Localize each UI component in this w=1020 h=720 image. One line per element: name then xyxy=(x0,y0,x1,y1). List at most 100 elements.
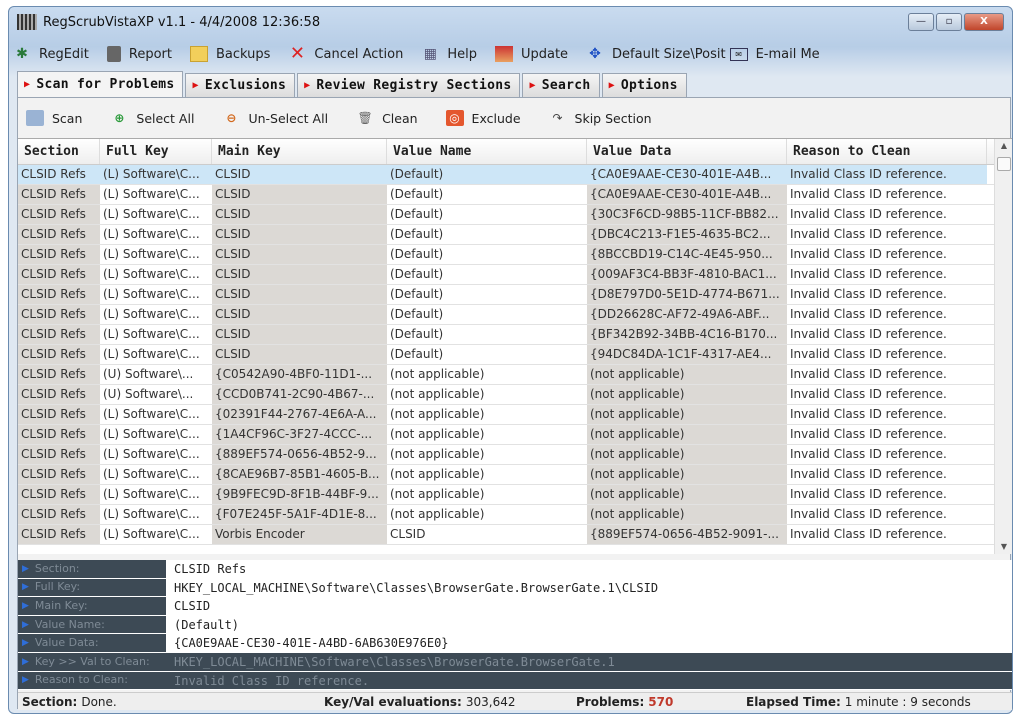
cell-full-key: (L) Software\C... xyxy=(103,527,200,541)
cell-value-data: {94DC84DA-1C1F-4317-AE4... xyxy=(587,345,787,364)
tab-options[interactable]: ▶ Options xyxy=(601,73,687,97)
column-header-full-key[interactable]: Full Key xyxy=(100,139,212,164)
cell-section: CLSID Refs xyxy=(18,245,100,264)
arrow-right-icon: ▶ xyxy=(304,80,311,91)
cell-reason: Invalid Class ID reference. xyxy=(790,407,947,421)
vertical-scrollbar[interactable]: ▲ ▼ xyxy=(994,139,1012,554)
evaluations-value: 303,642 xyxy=(465,694,516,709)
table-row[interactable]: CLSID Refs (L) Software\C... CLSID (Default… xyxy=(18,165,1012,185)
cell-full-key: (L) Software\C... xyxy=(103,487,200,501)
cell-reason: Invalid Class ID reference. xyxy=(790,327,947,341)
table-row[interactable]: CLSID Refs (U) Software\... {C0542A90-4BF0… xyxy=(18,365,1012,385)
arrow-right-icon: ▶ xyxy=(24,79,31,90)
maximize-button[interactable]: ▫ xyxy=(936,13,962,31)
help-icon: ▦ xyxy=(423,46,437,62)
skip-icon: ↷ xyxy=(552,111,563,125)
close-button[interactable]: X xyxy=(964,13,1004,31)
cell-main-key: {1A4CF96C-3F27-4CCC-... xyxy=(212,425,387,444)
table-row[interactable]: CLSID Refs (L) Software\C... CLSID (Default… xyxy=(18,225,1012,245)
table-body: CLSID Refs (L) Software\C... CLSID (Default… xyxy=(18,165,1012,545)
table-row[interactable]: CLSID Refs (L) Software\C... {1A4CF96C-3F2… xyxy=(18,425,1012,445)
detail-value: (Default) xyxy=(166,615,1012,634)
skip-section-button[interactable]: ↷ Skip Section xyxy=(549,110,651,126)
cell-section: CLSID Refs xyxy=(18,165,100,184)
cell-value-name: (not applicable) xyxy=(390,367,485,381)
scroll-up-icon[interactable]: ▲ xyxy=(995,141,1012,150)
scroll-down-icon[interactable]: ▼ xyxy=(995,542,1012,551)
arrow-right-icon: ▶ xyxy=(529,80,536,91)
column-header-main-key[interactable]: Main Key xyxy=(212,139,387,164)
evaluations-label: Key/Val evaluations: xyxy=(324,694,462,709)
select-all-button[interactable]: ⊕ Select All xyxy=(110,110,194,126)
table-row[interactable]: CLSID Refs (L) Software\C... CLSID (Default… xyxy=(18,245,1012,265)
default-size-button[interactable]: ✥ Default Size\Posit xyxy=(586,46,725,62)
unselect-all-button[interactable]: ⊖ Un-Select All xyxy=(222,110,328,126)
email-me-button[interactable]: ✉ E-mail Me xyxy=(729,47,820,62)
table-row[interactable]: CLSID Refs (L) Software\C... CLSID (Default… xyxy=(18,185,1012,205)
cell-reason: Invalid Class ID reference. xyxy=(790,307,947,321)
table-row[interactable]: CLSID Refs (L) Software\C... Vorbis Encode… xyxy=(18,525,1012,545)
report-button[interactable]: Report xyxy=(106,46,172,62)
cell-reason: Invalid Class ID reference. xyxy=(790,247,947,261)
cell-main-key: {02391F44-2767-4E6A-A... xyxy=(212,405,387,424)
table-row[interactable]: CLSID Refs (L) Software\C... {8CAE96B7-85B… xyxy=(18,465,1012,485)
folder-icon xyxy=(189,46,208,62)
table-row[interactable]: CLSID Refs (U) Software\... {CCD0B741-2C90… xyxy=(18,385,1012,405)
cell-section: CLSID Refs xyxy=(18,465,100,484)
cell-full-key: (L) Software\C... xyxy=(103,467,200,481)
help-button[interactable]: ▦ Help xyxy=(421,46,477,62)
table-row[interactable]: CLSID Refs (L) Software\C... {889EF574-065… xyxy=(18,445,1012,465)
column-header-value-name[interactable]: Value Name xyxy=(387,139,587,164)
table-row[interactable]: CLSID Refs (L) Software\C... {9B9FEC9D-8F1… xyxy=(18,485,1012,505)
arrow-right-icon: ▶ xyxy=(22,619,29,630)
cell-value-data: (not applicable) xyxy=(587,365,787,384)
cell-main-key: {CCD0B741-2C90-4B67-... xyxy=(212,385,387,404)
table-row[interactable]: CLSID Refs (L) Software\C... CLSID (Default… xyxy=(18,205,1012,225)
tab-search[interactable]: ▶ Search xyxy=(522,73,600,97)
cell-value-name: (not applicable) xyxy=(390,407,485,421)
table-row[interactable]: CLSID Refs (L) Software\C... CLSID (Default… xyxy=(18,305,1012,325)
tab-scan-for-problems[interactable]: ▶ Scan for Problems xyxy=(17,71,184,97)
regedit-button[interactable]: ✱ RegEdit xyxy=(13,46,89,62)
column-header-value-data[interactable]: Value Data xyxy=(587,139,787,164)
cell-value-data: {009AF3C4-BB3F-4810-BAC1... xyxy=(587,265,787,284)
problems-label: Problems: xyxy=(576,694,645,709)
detail-value: HKEY_LOCAL_MACHINE\Software\Classes\Brow… xyxy=(166,578,1012,597)
update-button[interactable]: Update xyxy=(494,46,568,62)
cell-value-name: (Default) xyxy=(390,207,444,221)
table-row[interactable]: CLSID Refs (L) Software\C... CLSID (Default… xyxy=(18,345,1012,365)
cell-value-name: (not applicable) xyxy=(390,487,485,501)
cell-main-key: CLSID xyxy=(212,265,387,284)
backups-button[interactable]: Backups xyxy=(189,46,270,62)
column-header-section[interactable]: Section xyxy=(18,139,100,164)
update-icon xyxy=(494,46,513,62)
cell-value-name: (not applicable) xyxy=(390,507,485,521)
exclude-button[interactable]: ◎ Exclude xyxy=(445,110,521,126)
cell-reason: Invalid Class ID reference. xyxy=(790,287,947,301)
tab-review-registry-sections[interactable]: ▶ Review Registry Sections xyxy=(297,73,521,97)
cell-section: CLSID Refs xyxy=(18,425,100,444)
detail-row: ▶ Value Name: (Default) xyxy=(18,615,1012,635)
arrow-right-icon: ▶ xyxy=(22,656,29,667)
cell-section: CLSID Refs xyxy=(18,325,100,344)
table-row[interactable]: CLSID Refs (L) Software\C... {02391F44-276… xyxy=(18,405,1012,425)
table-row[interactable]: CLSID Refs (L) Software\C... CLSID (Default… xyxy=(18,325,1012,345)
scan-button[interactable]: Scan xyxy=(26,110,82,126)
cell-full-key: (L) Software\C... xyxy=(103,287,200,301)
column-header-reason[interactable]: Reason to Clean xyxy=(787,139,987,164)
scroll-thumb[interactable] xyxy=(997,157,1011,171)
table-row[interactable]: CLSID Refs (L) Software\C... CLSID (Default… xyxy=(18,265,1012,285)
cancel-action-button[interactable]: ✕ Cancel Action xyxy=(288,45,403,63)
cell-value-data: {889EF574-0656-4B52-9091-... xyxy=(587,525,787,544)
cell-value-name: (Default) xyxy=(390,267,444,281)
table-row[interactable]: CLSID Refs (L) Software\C... {F07E245F-5A1… xyxy=(18,505,1012,525)
minimize-button[interactable]: — xyxy=(908,13,934,31)
table-row[interactable]: CLSID Refs (L) Software\C... CLSID (Default… xyxy=(18,285,1012,305)
arrow-right-icon: ▶ xyxy=(22,600,29,611)
cell-full-key: (L) Software\C... xyxy=(103,507,200,521)
detail-value: CLSID xyxy=(166,597,1012,615)
cell-section: CLSID Refs xyxy=(18,345,100,364)
clean-button[interactable]: 🗑 Clean xyxy=(356,110,417,126)
tab-exclusions[interactable]: ▶ Exclusions xyxy=(185,73,296,97)
cell-reason: Invalid Class ID reference. xyxy=(790,187,947,201)
